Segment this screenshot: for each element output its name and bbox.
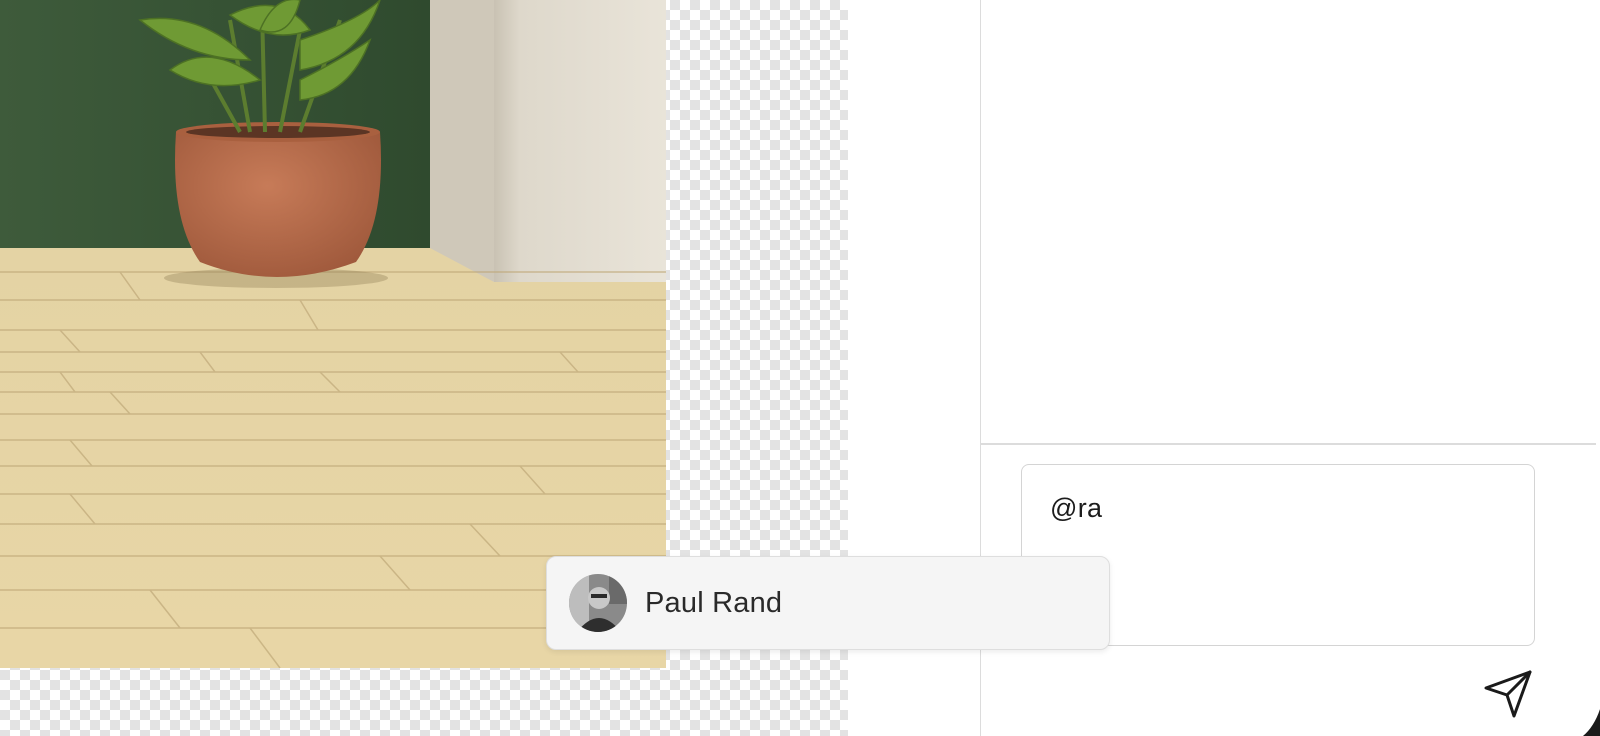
mention-dropdown: Paul Rand — [546, 556, 1110, 650]
send-icon — [1484, 670, 1532, 718]
mention-option-name: Paul Rand — [645, 586, 783, 619]
avatar — [569, 574, 627, 632]
comment-input-value: @ra — [1050, 493, 1103, 523]
panel-corner — [1583, 709, 1600, 736]
workspace: @ra Paul Rand — [0, 0, 1600, 736]
panel-divider — [981, 443, 1596, 445]
mention-option-paul-rand[interactable]: Paul Rand — [547, 557, 1109, 649]
send-button[interactable] — [1480, 666, 1536, 722]
